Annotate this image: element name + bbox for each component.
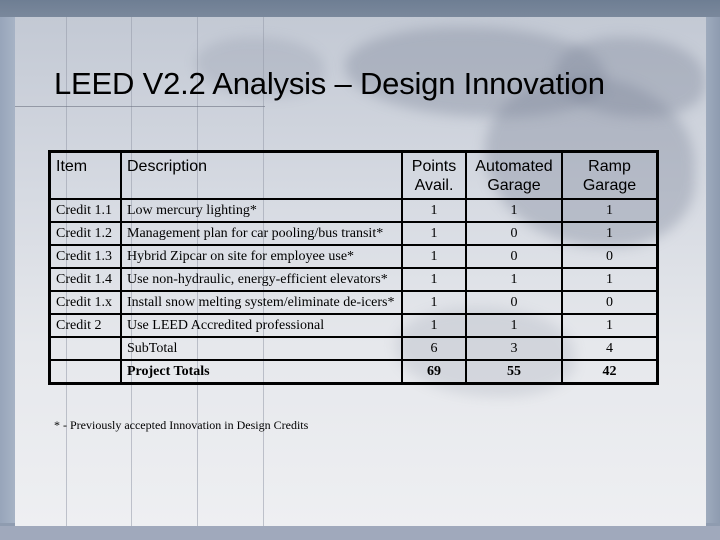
cell-points: 1: [401, 267, 467, 292]
subtotal-row: SubTotal 6 3 4: [48, 336, 659, 361]
subtotal-ramp: 4: [561, 336, 659, 361]
cell-item-empty: [48, 336, 122, 361]
cell-description: Low mercury lighting*: [120, 198, 403, 223]
cell-item-empty: [48, 359, 122, 385]
cell-points: 1: [401, 290, 467, 315]
cell-description: Management plan for car pooling/bus tran…: [120, 221, 403, 246]
cell-description: Hybrid Zipcar on site for employee use*: [120, 244, 403, 269]
grid-line: [15, 106, 265, 107]
cell-description: Use non-hydraulic, energy-efficient elev…: [120, 267, 403, 292]
header-ramp-garage: Ramp Garage: [561, 150, 659, 200]
cell-item: Credit 1.3: [48, 244, 122, 269]
cell-ramp: 1: [561, 221, 659, 246]
slide-frame-bottom: [0, 526, 720, 540]
subtotal-label: SubTotal: [120, 336, 403, 361]
cell-item: Credit 1.x: [48, 290, 122, 315]
cell-automated: 0: [465, 290, 563, 315]
cell-points: 1: [401, 244, 467, 269]
slide-frame-top: [0, 0, 720, 17]
table-row: Credit 1.4 Use non-hydraulic, energy-eff…: [48, 267, 659, 292]
cell-item: Credit 1.4: [48, 267, 122, 292]
header-ramp-line2: Garage: [582, 177, 637, 194]
cell-item: Credit 2: [48, 313, 122, 338]
cell-ramp: 1: [561, 198, 659, 223]
slide-frame-left: [0, 17, 15, 523]
cell-ramp: 0: [561, 244, 659, 269]
project-totals-ramp: 42: [561, 359, 659, 385]
leed-credits-table: Item Description Points Avail. Automated…: [48, 150, 659, 385]
table-row: Credit 1.2 Management plan for car pooli…: [48, 221, 659, 246]
project-totals-points: 69: [401, 359, 467, 385]
header-points-line2: Avail.: [414, 177, 454, 194]
project-totals-automated: 55: [465, 359, 563, 385]
cell-ramp: 1: [561, 313, 659, 338]
cell-automated: 1: [465, 313, 563, 338]
table-row: Credit 1.x Install snow melting system/e…: [48, 290, 659, 315]
footnote: * - Previously accepted Innovation in De…: [54, 418, 309, 432]
header-points-line1: Points: [411, 158, 457, 175]
table-row: Credit 1.1 Low mercury lighting* 1 1 1: [48, 198, 659, 223]
project-totals-row: Project Totals 69 55 42: [48, 359, 659, 385]
header-ramp-line1: Ramp: [588, 158, 631, 175]
cell-description: Use LEED Accredited professional: [120, 313, 403, 338]
header-automated-garage: Automated Garage: [465, 150, 563, 200]
table-row: Credit 2 Use LEED Accredited professiona…: [48, 313, 659, 338]
project-totals-label: Project Totals: [120, 359, 403, 385]
header-description: Description: [120, 150, 403, 200]
subtotal-points: 6: [401, 336, 467, 361]
cell-ramp: 0: [561, 290, 659, 315]
cell-automated: 1: [465, 198, 563, 223]
subtotal-automated: 3: [465, 336, 563, 361]
cell-points: 1: [401, 313, 467, 338]
table-row: Credit 1.3 Hybrid Zipcar on site for emp…: [48, 244, 659, 269]
table-header-row: Item Description Points Avail. Automated…: [48, 150, 659, 200]
header-automated-line1: Automated: [475, 158, 553, 175]
cell-ramp: 1: [561, 267, 659, 292]
slide-frame-right: [706, 17, 720, 523]
cell-points: 1: [401, 221, 467, 246]
cell-automated: 0: [465, 244, 563, 269]
cell-automated: 1: [465, 267, 563, 292]
cell-points: 1: [401, 198, 467, 223]
cell-item: Credit 1.1: [48, 198, 122, 223]
header-points-avail: Points Avail.: [401, 150, 467, 200]
cell-description: Install snow melting system/eliminate de…: [120, 290, 403, 315]
header-item: Item: [48, 150, 122, 200]
slide-title: LEED V2.2 Analysis – Design Innovation: [54, 66, 605, 101]
cell-automated: 0: [465, 221, 563, 246]
header-automated-line2: Garage: [487, 177, 541, 194]
cell-item: Credit 1.2: [48, 221, 122, 246]
